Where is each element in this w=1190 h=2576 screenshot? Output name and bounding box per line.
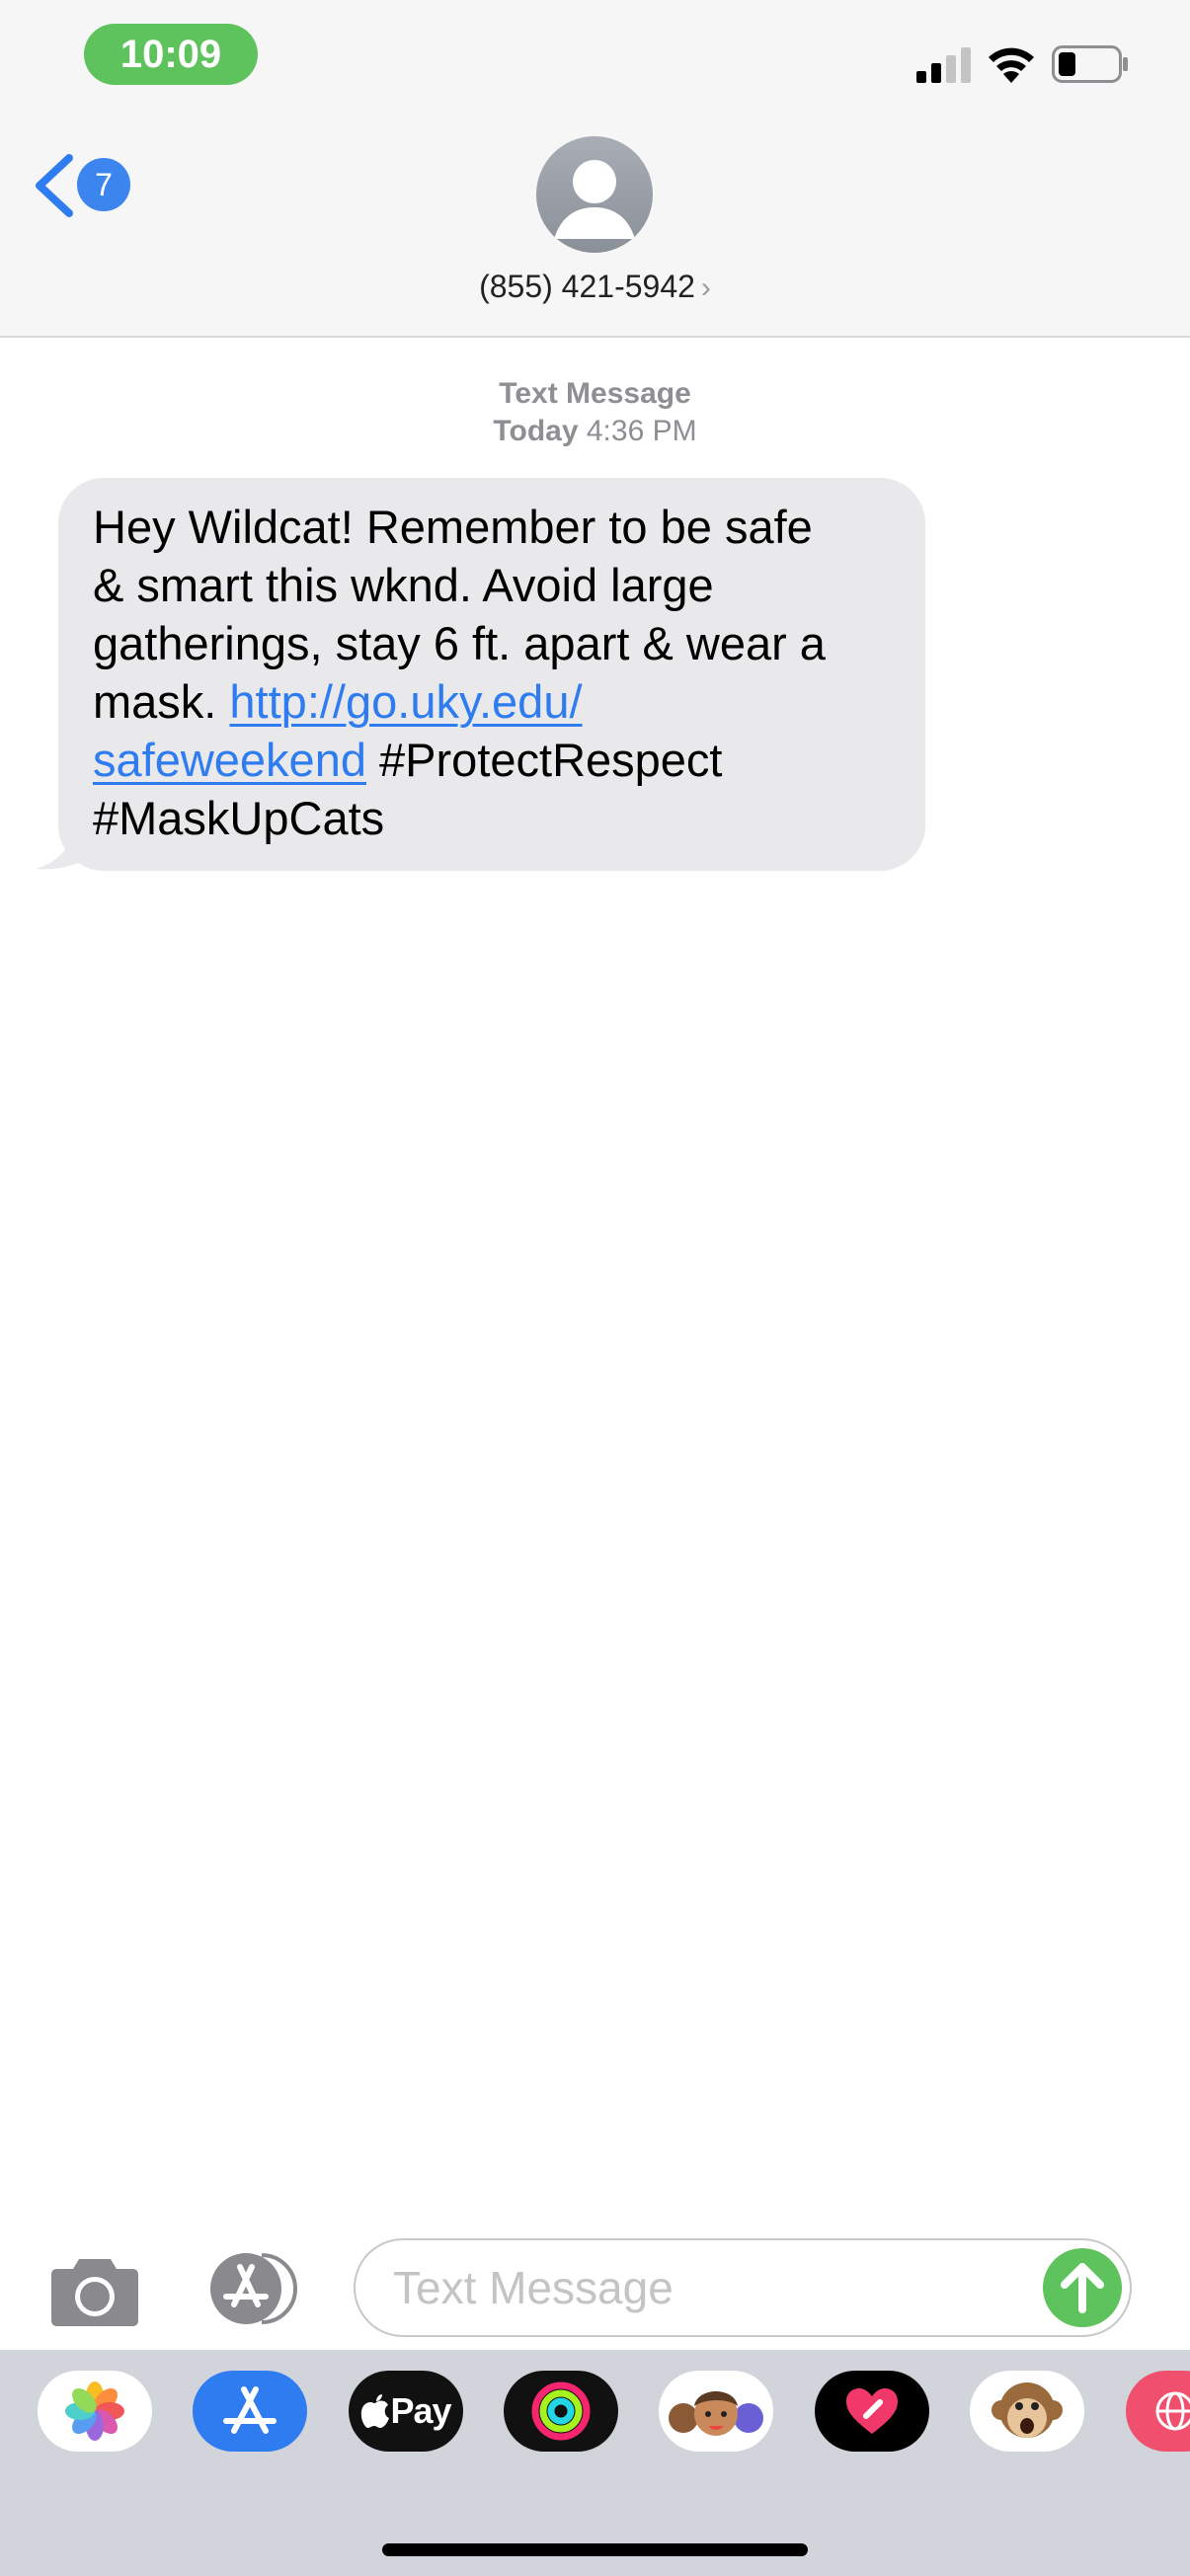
wifi-icon xyxy=(989,47,1034,83)
app-store-app-icon[interactable] xyxy=(193,2371,307,2452)
apple-pay-app-icon[interactable]: Pay xyxy=(349,2371,463,2452)
heart-icon xyxy=(846,2388,898,2434)
monkey-face-icon xyxy=(992,2382,1063,2438)
message-timestamp: Today 4:36 PM xyxy=(0,415,1190,448)
unread-count-badge[interactable]: 7 xyxy=(77,158,130,211)
conversation-header: 10:09 7 (855) 421-5942 › xyxy=(0,0,1190,338)
date-label: Today xyxy=(493,415,579,447)
web-images-app-icon[interactable] xyxy=(1126,2371,1190,2452)
chevron-left-icon xyxy=(36,154,73,217)
battery-icon xyxy=(1052,45,1128,83)
digital-touch-app-icon[interactable] xyxy=(815,2371,929,2452)
home-indicator[interactable] xyxy=(382,2543,808,2556)
camera-button[interactable] xyxy=(49,2255,140,2328)
status-time: 10:09 xyxy=(84,24,258,85)
message-line: mask. http://go.uky.edu/ xyxy=(93,672,896,731)
memoji-faces-icon xyxy=(669,2391,763,2436)
message-link[interactable]: safeweekend xyxy=(93,734,366,786)
message-line: gatherings, stay 6 ft. apart & wear a xyxy=(93,617,826,669)
activity-rings-icon xyxy=(531,2381,591,2441)
contact-name: (855) 421-5942 xyxy=(479,269,695,304)
cellular-signal-icon xyxy=(916,47,971,83)
message-text-fragment: mask. xyxy=(93,675,230,728)
service-label: Text Message xyxy=(499,377,691,410)
contact-avatar[interactable] xyxy=(536,136,653,253)
app-drawer: Pay xyxy=(0,2350,1190,2576)
globe-icon xyxy=(1155,2391,1190,2431)
message-bubble[interactable]: Hey Wildcat! Remember to be safe & smart… xyxy=(58,478,925,871)
photos-flower-icon xyxy=(65,2381,124,2441)
message-text: Hey Wildcat! Remember to be safe & smart… xyxy=(93,498,896,847)
arrow-up-icon xyxy=(1061,2263,1104,2313)
message-line: Hey Wildcat! Remember to be safe xyxy=(93,501,813,553)
activity-app-icon[interactable] xyxy=(504,2371,618,2452)
message-link[interactable]: http://go.uky.edu/ xyxy=(229,675,582,728)
apple-logo-icon xyxy=(361,2394,390,2428)
photos-app-icon[interactable] xyxy=(38,2371,152,2452)
send-button[interactable] xyxy=(1043,2248,1122,2327)
person-silhouette-icon xyxy=(554,160,635,239)
hashtag-mask-up-cats: #MaskUpCats xyxy=(93,792,385,844)
time-label: 4:36 PM xyxy=(586,415,697,447)
message-line: safeweekend #ProtectRespect xyxy=(93,731,896,789)
apple-pay-label: Pay xyxy=(390,2390,451,2431)
apps-button[interactable] xyxy=(200,2251,305,2326)
memoji-app-icon[interactable] xyxy=(659,2371,773,2452)
message-input[interactable]: Text Message xyxy=(354,2238,1132,2337)
contact-name-button[interactable]: (855) 421-5942 › xyxy=(0,269,1190,305)
app-store-icon xyxy=(210,2253,297,2324)
message-input-placeholder: Text Message xyxy=(393,2262,674,2313)
message-line: & smart this wknd. Avoid large xyxy=(93,559,714,611)
chevron-right-icon: › xyxy=(700,272,711,304)
hashtag-protect-respect: #ProtectRespect xyxy=(365,734,723,786)
app-store-glyph-icon xyxy=(223,2386,277,2434)
animoji-app-icon[interactable] xyxy=(970,2371,1084,2452)
camera-icon xyxy=(51,2259,138,2326)
